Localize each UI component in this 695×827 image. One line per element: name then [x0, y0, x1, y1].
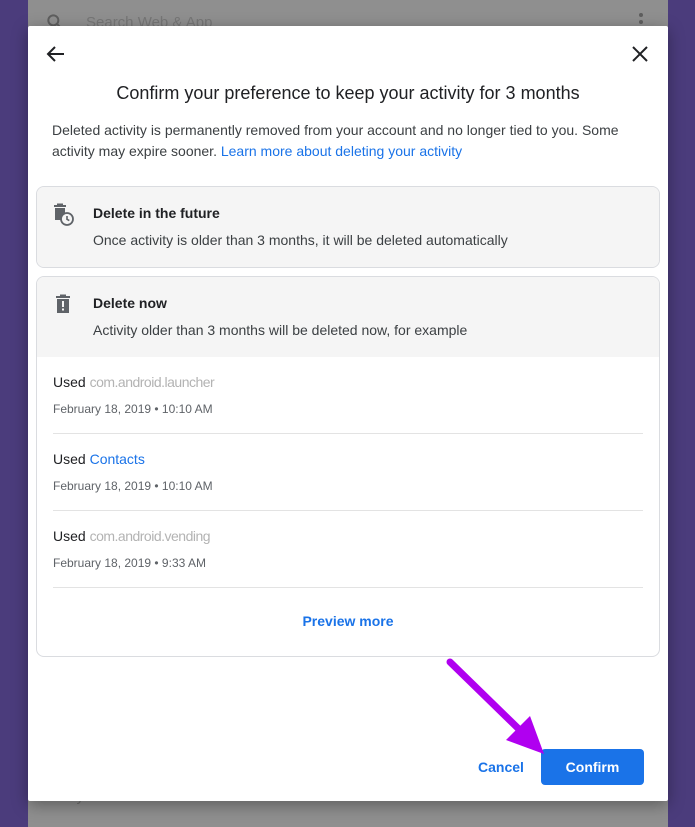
delete-now-card: Delete now Activity older than 3 months … — [36, 276, 660, 657]
preview-more-button[interactable]: Preview more — [37, 613, 659, 629]
delete-clock-icon — [54, 203, 74, 226]
activity-prefix: Used — [53, 374, 86, 390]
learn-more-link[interactable]: Learn more about deleting your activity — [221, 143, 462, 159]
delete-now-subtitle: Activity older than 3 months will be del… — [93, 322, 468, 338]
delete-icon — [56, 294, 70, 313]
annotation-arrow-icon — [446, 658, 544, 754]
activity-item: Used com.android.vending February 18, 20… — [53, 511, 643, 588]
delete-future-header: Delete in the future Once activity is ol… — [37, 187, 659, 267]
activity-app-link[interactable]: Contacts — [90, 451, 145, 467]
activity-item: Used com.android.launcher February 18, 2… — [53, 357, 643, 434]
activity-item-title: Used Contacts — [53, 451, 145, 467]
close-icon[interactable] — [628, 42, 652, 66]
activity-date: February 18, 2019 • 10:10 AM — [53, 479, 213, 493]
delete-now-header: Delete now Activity older than 3 months … — [37, 277, 659, 357]
cancel-button[interactable]: Cancel — [474, 757, 528, 777]
activity-name: com.android.vending — [89, 528, 211, 544]
delete-future-title: Delete in the future — [93, 205, 220, 221]
activity-name: com.android.launcher — [89, 374, 215, 390]
activity-date: February 18, 2019 • 10:10 AM — [53, 402, 213, 416]
dialog-title: Confirm your preference to keep your act… — [116, 83, 580, 103]
dialog-description: Deleted activity is permanently removed … — [52, 120, 652, 162]
delete-now-title: Delete now — [93, 295, 167, 311]
activity-item-title: Used com.android.launcher — [53, 374, 215, 390]
delete-future-subtitle: Once activity is older than 3 months, it… — [93, 232, 508, 248]
confirm-dialog: Confirm your preference to keep your act… — [28, 26, 668, 801]
activity-prefix: Used — [53, 451, 86, 467]
arrow-back-icon[interactable] — [44, 42, 68, 66]
delete-future-card: Delete in the future Once activity is ol… — [36, 186, 660, 268]
activity-item-title: Used com.android.vending — [53, 528, 211, 544]
activity-date: February 18, 2019 • 9:33 AM — [53, 556, 206, 570]
activity-item: Used Contacts February 18, 2019 • 10:10 … — [53, 434, 643, 511]
activity-prefix: Used — [53, 528, 86, 544]
